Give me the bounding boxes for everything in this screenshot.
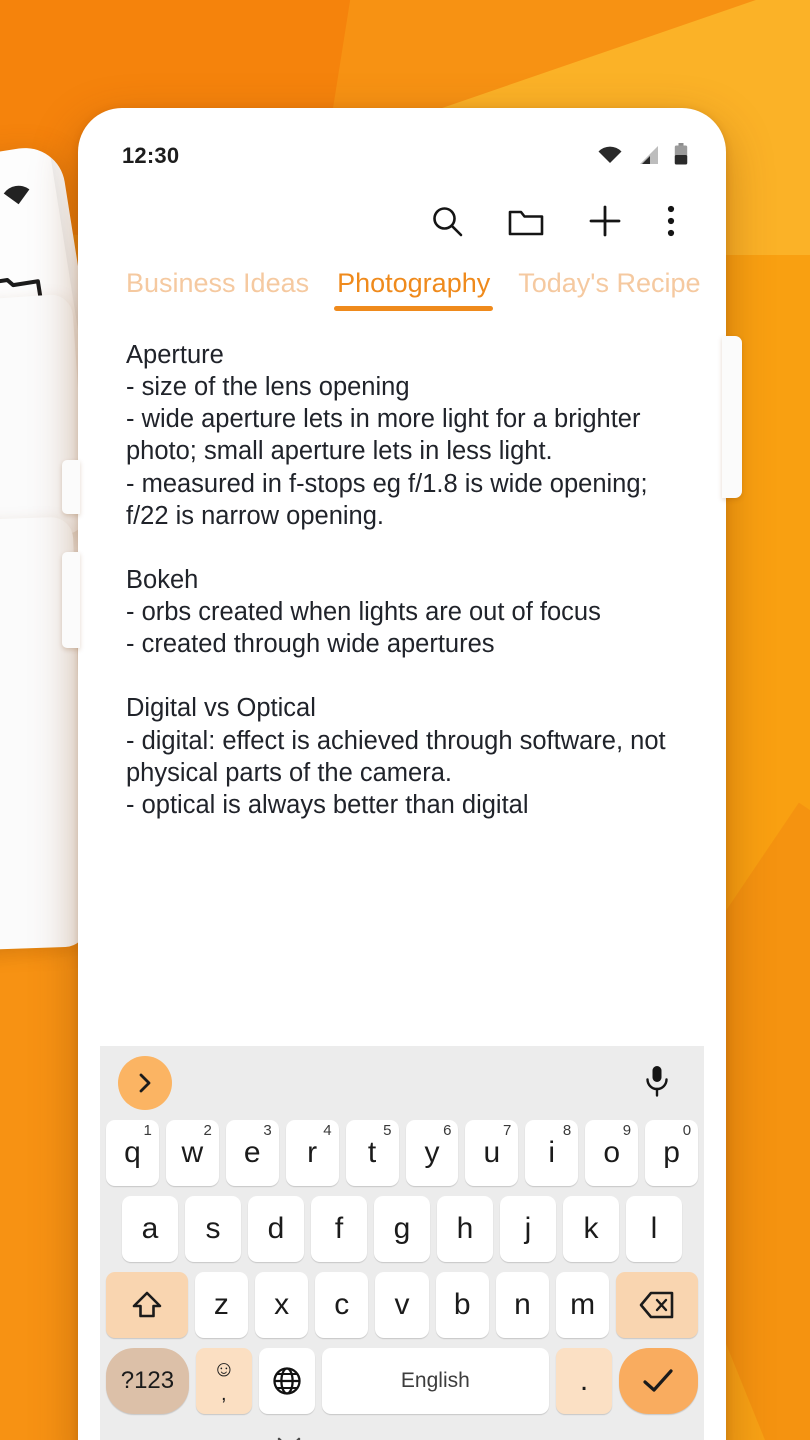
key-p[interactable]: 0p xyxy=(645,1120,699,1186)
key-r-number: 4 xyxy=(323,1122,332,1139)
suggestion-bar xyxy=(100,1046,704,1120)
key-y[interactable]: 6y xyxy=(405,1120,459,1186)
key-t[interactable]: 5t xyxy=(345,1120,399,1186)
key-l[interactable]: l xyxy=(626,1196,682,1262)
key-i[interactable]: 8i xyxy=(525,1120,579,1186)
navigation-bar xyxy=(100,1424,704,1440)
key-q[interactable]: 1q xyxy=(105,1120,159,1186)
tab-business-ideas[interactable]: Business Ideas xyxy=(104,268,323,311)
key-j[interactable]: j xyxy=(500,1196,556,1262)
key-h[interactable]: h xyxy=(437,1196,493,1262)
status-bar: 12:30 xyxy=(100,130,704,182)
keyboard-row-1: 1q 2w 3e 4r 5t 6y 7u 8i 9o 0p xyxy=(100,1120,704,1196)
shift-icon[interactable] xyxy=(106,1272,188,1338)
key-o-number: 9 xyxy=(622,1122,632,1139)
key-i-letter: i xyxy=(548,1136,556,1169)
key-t-letter: t xyxy=(367,1136,377,1169)
foreground-phone: 12:30 Business Ideas Photography Today's… xyxy=(78,108,726,1440)
period-key[interactable]: . xyxy=(556,1348,612,1414)
key-u-number: 7 xyxy=(502,1122,512,1139)
key-x[interactable]: x xyxy=(254,1272,309,1338)
comma-label: , xyxy=(221,1383,227,1405)
note-body-text[interactable]: Aperture - size of the lens opening - wi… xyxy=(100,311,704,971)
tab-photography[interactable]: Photography xyxy=(323,268,504,311)
on-screen-keyboard: 1q 2w 3e 4r 5t 6y 7u 8i 9o 0p a s d f g … xyxy=(100,1046,704,1440)
key-n[interactable]: n xyxy=(495,1272,550,1338)
key-w[interactable]: 2w xyxy=(165,1120,219,1186)
phone-volume-down-button xyxy=(62,552,80,648)
key-y-number: 6 xyxy=(443,1122,452,1139)
key-t-number: 5 xyxy=(383,1122,392,1139)
key-e-letter: e xyxy=(243,1136,261,1169)
smiley-icon: ☺ xyxy=(212,1356,236,1381)
key-s[interactable]: s xyxy=(185,1196,241,1262)
emoji-comma-key[interactable]: ☺ , xyxy=(195,1348,252,1414)
key-u-letter: u xyxy=(483,1136,501,1169)
key-y-letter: y xyxy=(424,1136,440,1169)
folder-icon[interactable] xyxy=(508,205,544,237)
key-v[interactable]: v xyxy=(375,1272,429,1338)
key-o-letter: o xyxy=(603,1136,621,1169)
key-k[interactable]: k xyxy=(563,1196,619,1262)
key-g[interactable]: g xyxy=(374,1196,430,1262)
key-u[interactable]: 7u xyxy=(465,1120,519,1186)
key-p-number: 0 xyxy=(682,1122,692,1139)
note-tabs: Business Ideas Photography Today's Recip… xyxy=(100,260,704,311)
status-bar-clock: 12:30 xyxy=(122,143,180,168)
microphone-icon[interactable] xyxy=(644,1064,670,1103)
overflow-menu-icon[interactable] xyxy=(666,204,676,238)
keyboard-row-4: ?123 ☺ , English . xyxy=(100,1348,704,1424)
checkmark-icon[interactable] xyxy=(618,1348,698,1414)
key-z[interactable]: z xyxy=(194,1272,248,1338)
wifi-icon xyxy=(597,145,623,170)
key-p-letter: p xyxy=(663,1136,680,1169)
key-c[interactable]: c xyxy=(315,1272,369,1338)
key-o[interactable]: 9o xyxy=(585,1120,639,1186)
chevron-right-icon[interactable] xyxy=(118,1056,172,1110)
key-q-letter: q xyxy=(124,1136,141,1169)
key-w-letter: w xyxy=(181,1136,204,1169)
add-icon[interactable] xyxy=(588,204,622,238)
key-f[interactable]: f xyxy=(311,1196,367,1262)
key-b[interactable]: b xyxy=(435,1272,489,1338)
phone-volume-up-button xyxy=(62,460,80,514)
backspace-icon[interactable] xyxy=(616,1272,698,1338)
key-q-number: 1 xyxy=(143,1122,152,1139)
key-i-number: 8 xyxy=(562,1122,572,1139)
tab-todays-recipe[interactable]: Today's Recipe xyxy=(504,268,704,311)
chevron-down-icon[interactable] xyxy=(276,1436,302,1440)
search-icon[interactable] xyxy=(430,204,464,238)
cell-signal-icon xyxy=(637,145,660,170)
globe-icon[interactable] xyxy=(258,1348,315,1414)
key-e-number: 3 xyxy=(263,1122,272,1139)
phone-power-button xyxy=(722,336,742,498)
key-r-letter: r xyxy=(307,1136,318,1169)
key-e[interactable]: 3e xyxy=(225,1120,279,1186)
key-w-number: 2 xyxy=(203,1122,212,1139)
key-a[interactable]: a xyxy=(122,1196,178,1262)
app-bar xyxy=(100,182,704,260)
keyboard-row-3: z x c v b n m xyxy=(100,1272,704,1348)
phone-screen: 12:30 Business Ideas Photography Today's… xyxy=(100,130,704,1440)
background-phone-wifi-icon xyxy=(1,181,35,214)
key-d[interactable]: d xyxy=(248,1196,304,1262)
key-m[interactable]: m xyxy=(556,1272,610,1338)
space-key[interactable]: English xyxy=(321,1348,550,1414)
key-r[interactable]: 4r xyxy=(285,1120,339,1186)
keyboard-row-2: a s d f g h j k l xyxy=(100,1196,704,1272)
status-bar-icons xyxy=(597,142,688,170)
symbols-key[interactable]: ?123 xyxy=(106,1348,189,1414)
battery-icon xyxy=(674,142,688,170)
